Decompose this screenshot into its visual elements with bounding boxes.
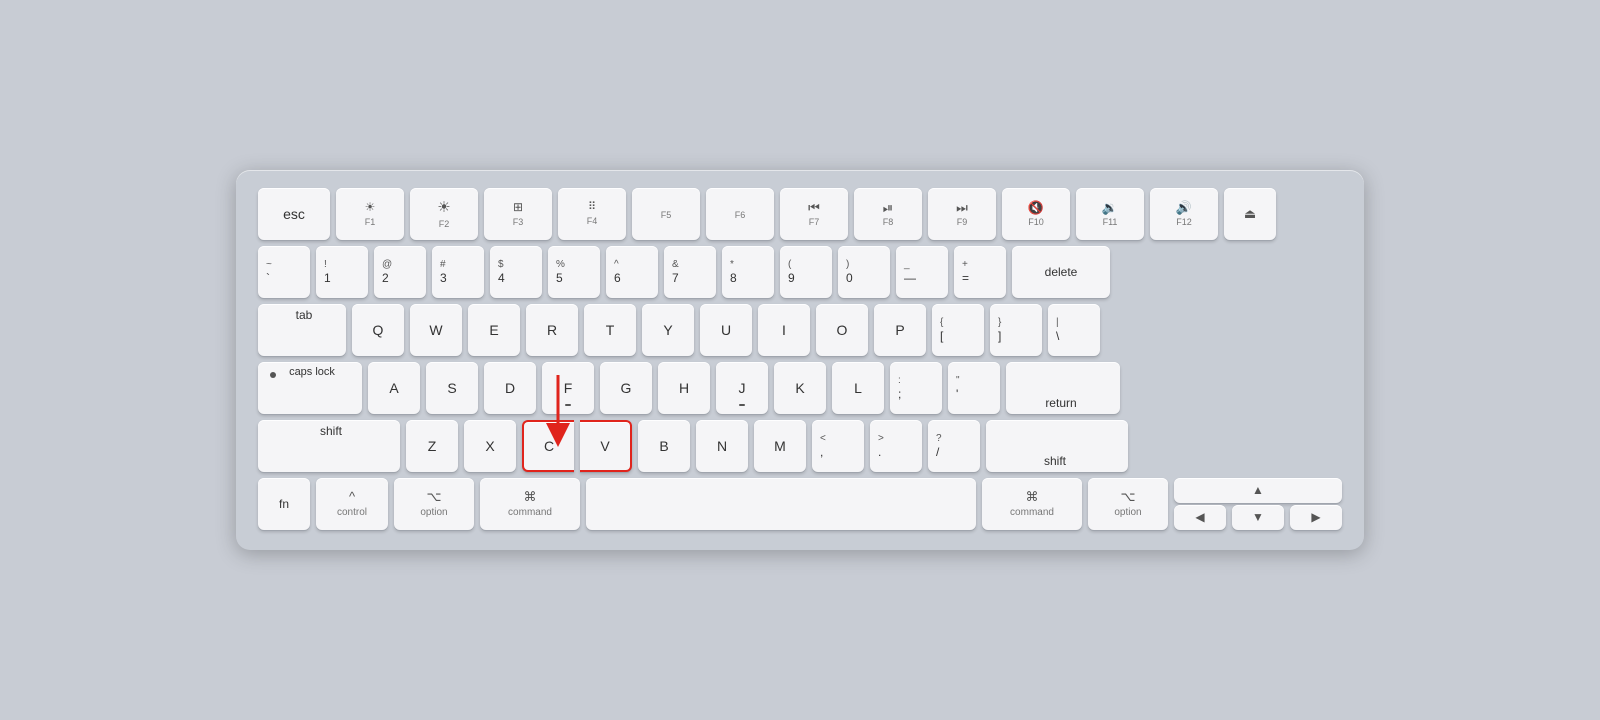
key-0[interactable]: ) 0 [838,246,890,298]
key-f11[interactable]: 🔉 F11 [1076,188,1144,240]
key-d[interactable]: D [484,362,536,414]
key-f3[interactable]: ⊞ F3 [484,188,552,240]
key-8[interactable]: * 8 [722,246,774,298]
key-delete[interactable]: delete [1012,246,1110,298]
zxcv-key-row: shift Z X C V B N M < , > . ? / shift [258,420,1342,472]
key-f9[interactable]: ⏭ F9 [928,188,996,240]
key-tilde[interactable]: ~ ` [258,246,310,298]
key-f[interactable]: F [542,362,594,414]
key-f6[interactable]: F6 [706,188,774,240]
key-k[interactable]: K [774,362,826,414]
key-f10[interactable]: 🔇 F10 [1002,188,1070,240]
key-r[interactable]: R [526,304,578,356]
key-4[interactable]: $ 4 [490,246,542,298]
keyboard: esc ☀ F1 ☀ F2 ⊞ F3 ⠿ F4 F5 F6 ⏮ F7 ⏯ [236,170,1364,550]
asdf-key-row: caps lock A S D F G H J K L : ; " ' retu… [258,362,1342,414]
key-esc[interactable]: esc [258,188,330,240]
key-b[interactable]: B [638,420,690,472]
caps-lock-indicator [270,372,276,378]
key-v[interactable]: V [580,420,632,472]
key-period[interactable]: > . [870,420,922,472]
key-comma[interactable]: < , [812,420,864,472]
key-m[interactable]: M [754,420,806,472]
key-u[interactable]: U [700,304,752,356]
key-1[interactable]: ! 1 [316,246,368,298]
key-arrow-left[interactable]: ◀ [1174,505,1226,530]
key-caps-lock[interactable]: caps lock [258,362,362,414]
key-f8[interactable]: ⏯ F8 [854,188,922,240]
key-y[interactable]: Y [642,304,694,356]
key-7[interactable]: & 7 [664,246,716,298]
key-shift-left[interactable]: shift [258,420,400,472]
key-backslash[interactable]: | \ [1048,304,1100,356]
key-g[interactable]: G [600,362,652,414]
qwerty-key-row: tab Q W E R T Y U I O P { [ } ] | \ [258,304,1342,356]
key-command-right[interactable]: ⌘ command [982,478,1082,530]
key-f7[interactable]: ⏮ F7 [780,188,848,240]
key-f1[interactable]: ☀ F1 [336,188,404,240]
key-space[interactable] [586,478,976,530]
key-f2[interactable]: ☀ F2 [410,188,478,240]
key-minus[interactable]: _ — [896,246,948,298]
key-slash[interactable]: ? / [928,420,980,472]
key-l[interactable]: L [832,362,884,414]
number-key-row: ~ ` ! 1 @ 2 # 3 $ 4 % 5 ^ 6 & 7 [258,246,1342,298]
key-fn[interactable]: fn [258,478,310,530]
key-q[interactable]: Q [352,304,404,356]
key-3[interactable]: # 3 [432,246,484,298]
key-s[interactable]: S [426,362,478,414]
key-z[interactable]: Z [406,420,458,472]
key-semicolon[interactable]: : ; [890,362,942,414]
key-5[interactable]: % 5 [548,246,600,298]
key-equal[interactable]: + = [954,246,1006,298]
key-e[interactable]: E [468,304,520,356]
key-6[interactable]: ^ 6 [606,246,658,298]
key-rbracket[interactable]: } ] [990,304,1042,356]
key-9[interactable]: ( 9 [780,246,832,298]
key-tab[interactable]: tab [258,304,346,356]
key-arrow-right[interactable]: ▶ [1290,505,1342,530]
fn-key-row: esc ☀ F1 ☀ F2 ⊞ F3 ⠿ F4 F5 F6 ⏮ F7 ⏯ [258,188,1342,240]
key-j[interactable]: J [716,362,768,414]
key-n[interactable]: N [696,420,748,472]
key-2[interactable]: @ 2 [374,246,426,298]
key-a[interactable]: A [368,362,420,414]
key-option-left[interactable]: ⌥ option [394,478,474,530]
bottom-key-row: fn ^ control ⌥ option ⌘ command ⌘ comman… [258,478,1342,530]
key-x[interactable]: X [464,420,516,472]
key-f12[interactable]: 🔊 F12 [1150,188,1218,240]
key-arrow-up[interactable]: ▲ [1174,478,1342,503]
key-f5[interactable]: F5 [632,188,700,240]
key-command-left[interactable]: ⌘ command [480,478,580,530]
key-c[interactable]: C [522,420,574,472]
key-return[interactable]: return [1006,362,1120,414]
key-eject[interactable]: ⏏ [1224,188,1276,240]
key-w[interactable]: W [410,304,462,356]
key-f4[interactable]: ⠿ F4 [558,188,626,240]
key-arrow-down[interactable]: ▼ [1232,505,1284,530]
key-lbracket[interactable]: { [ [932,304,984,356]
key-p[interactable]: P [874,304,926,356]
key-quote[interactable]: " ' [948,362,1000,414]
key-h[interactable]: H [658,362,710,414]
key-o[interactable]: O [816,304,868,356]
key-option-right[interactable]: ⌥ option [1088,478,1168,530]
key-i[interactable]: I [758,304,810,356]
arrow-key-group: ▲ ◀ ▼ ▶ [1174,478,1342,530]
key-control[interactable]: ^ control [316,478,388,530]
key-shift-right[interactable]: shift [986,420,1128,472]
key-t[interactable]: T [584,304,636,356]
